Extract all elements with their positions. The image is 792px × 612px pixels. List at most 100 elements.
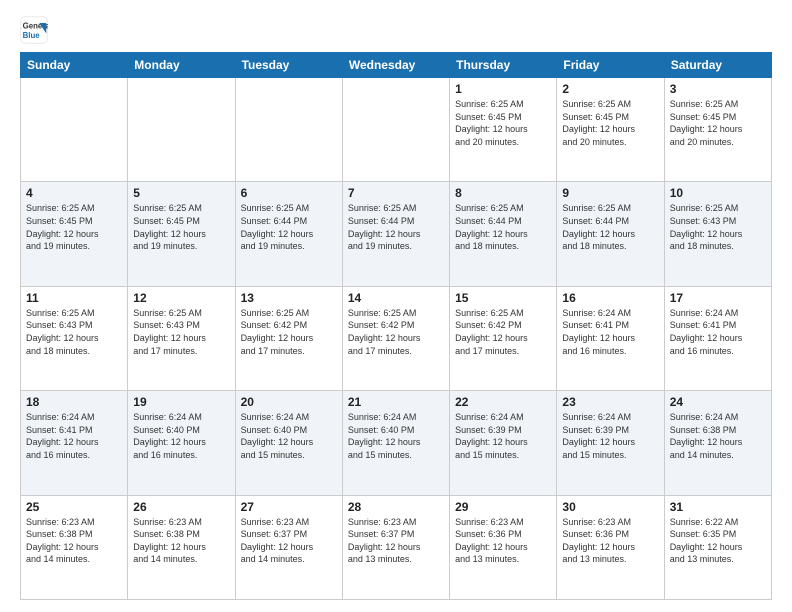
day-number: 31: [670, 500, 766, 514]
day-info: Sunrise: 6:23 AM Sunset: 6:37 PM Dayligh…: [241, 516, 337, 566]
weekday-header-sunday: Sunday: [21, 53, 128, 78]
day-number: 16: [562, 291, 658, 305]
page: General Blue SundayMondayTuesdayWednesda…: [0, 0, 792, 612]
day-info: Sunrise: 6:25 AM Sunset: 6:43 PM Dayligh…: [26, 307, 122, 357]
calendar-cell: 14 Sunrise: 6:25 AM Sunset: 6:42 PM Dayli…: [342, 286, 449, 390]
day-number: 29: [455, 500, 551, 514]
day-number: 4: [26, 186, 122, 200]
calendar-cell: 1 Sunrise: 6:25 AM Sunset: 6:45 PM Daylig…: [450, 78, 557, 182]
calendar-cell: 22Sunrise: 6:24 AM Sunset: 6:39 PM Dayli…: [450, 391, 557, 495]
day-number: 17: [670, 291, 766, 305]
day-number: 5: [133, 186, 229, 200]
week-row-3: 18 Sunrise: 6:24 AM Sunset: 6:41 PM Dayli…: [21, 391, 772, 495]
calendar-cell: 13 Sunrise: 6:25 AM Sunset: 6:42 PM Dayli…: [235, 286, 342, 390]
calendar-cell: 23 Sunrise: 6:24 AM Sunset: 6:39 PM Dayli…: [557, 391, 664, 495]
weekday-header-thursday: Thursday: [450, 53, 557, 78]
logo: General Blue: [20, 16, 48, 44]
calendar-cell: [21, 78, 128, 182]
day-number: 26: [133, 500, 229, 514]
day-info: Sunrise: 6:23 AM Sunset: 6:37 PM Dayligh…: [348, 516, 444, 566]
day-number: 9: [562, 186, 658, 200]
calendar-cell: 7 Sunrise: 6:25 AM Sunset: 6:44 PM Daylig…: [342, 182, 449, 286]
day-info: Sunrise: 6:24 AM Sunset: 6:41 PM Dayligh…: [670, 307, 766, 357]
header: General Blue: [20, 16, 772, 44]
day-number: 15: [455, 291, 551, 305]
calendar-cell: 12Sunrise: 6:25 AM Sunset: 6:43 PM Dayli…: [128, 286, 235, 390]
day-number: 23: [562, 395, 658, 409]
day-info: Sunrise: 6:25 AM Sunset: 6:42 PM Dayligh…: [348, 307, 444, 357]
day-number: 3: [670, 82, 766, 96]
day-info: Sunrise: 6:25 AM Sunset: 6:43 PM Dayligh…: [670, 202, 766, 252]
day-info: Sunrise: 6:23 AM Sunset: 6:36 PM Dayligh…: [455, 516, 551, 566]
day-number: 21: [348, 395, 444, 409]
day-number: 18: [26, 395, 122, 409]
day-info: Sunrise: 6:24 AM Sunset: 6:39 PM Dayligh…: [455, 411, 551, 461]
day-number: 12: [133, 291, 229, 305]
day-info: Sunrise: 6:23 AM Sunset: 6:36 PM Dayligh…: [562, 516, 658, 566]
calendar-cell: 4 Sunrise: 6:25 AM Sunset: 6:45 PM Daylig…: [21, 182, 128, 286]
day-info: Sunrise: 6:24 AM Sunset: 6:41 PM Dayligh…: [562, 307, 658, 357]
day-number: 27: [241, 500, 337, 514]
calendar-cell: 18 Sunrise: 6:24 AM Sunset: 6:41 PM Dayli…: [21, 391, 128, 495]
week-row-1: 4 Sunrise: 6:25 AM Sunset: 6:45 PM Daylig…: [21, 182, 772, 286]
day-info: Sunrise: 6:24 AM Sunset: 6:39 PM Dayligh…: [562, 411, 658, 461]
day-info: Sunrise: 6:25 AM Sunset: 6:44 PM Dayligh…: [562, 202, 658, 252]
day-info: Sunrise: 6:25 AM Sunset: 6:45 PM Dayligh…: [670, 98, 766, 148]
day-number: 2: [562, 82, 658, 96]
weekday-header-tuesday: Tuesday: [235, 53, 342, 78]
calendar-cell: 26 Sunrise: 6:23 AM Sunset: 6:38 PM Dayli…: [128, 495, 235, 599]
calendar-cell: 28 Sunrise: 6:23 AM Sunset: 6:37 PM Dayli…: [342, 495, 449, 599]
calendar-cell: 5 Sunrise: 6:25 AM Sunset: 6:45 PM Daylig…: [128, 182, 235, 286]
day-info: Sunrise: 6:25 AM Sunset: 6:42 PM Dayligh…: [241, 307, 337, 357]
calendar-cell: [128, 78, 235, 182]
day-number: 8: [455, 186, 551, 200]
calendar-cell: 20 Sunrise: 6:24 AM Sunset: 6:40 PM Dayli…: [235, 391, 342, 495]
calendar-cell: [235, 78, 342, 182]
weekday-header-row: SundayMondayTuesdayWednesdayThursdayFrid…: [21, 53, 772, 78]
day-number: 25: [26, 500, 122, 514]
day-info: Sunrise: 6:24 AM Sunset: 6:41 PM Dayligh…: [26, 411, 122, 461]
day-info: Sunrise: 6:25 AM Sunset: 6:45 PM Dayligh…: [455, 98, 551, 148]
day-info: Sunrise: 6:23 AM Sunset: 6:38 PM Dayligh…: [133, 516, 229, 566]
day-info: Sunrise: 6:25 AM Sunset: 6:44 PM Dayligh…: [241, 202, 337, 252]
calendar-cell: 15 Sunrise: 6:25 AM Sunset: 6:42 PM Dayli…: [450, 286, 557, 390]
day-info: Sunrise: 6:25 AM Sunset: 6:42 PM Dayligh…: [455, 307, 551, 357]
weekday-header-wednesday: Wednesday: [342, 53, 449, 78]
day-number: 14: [348, 291, 444, 305]
day-info: Sunrise: 6:25 AM Sunset: 6:45 PM Dayligh…: [562, 98, 658, 148]
calendar-cell: 16 Sunrise: 6:24 AM Sunset: 6:41 PM Dayli…: [557, 286, 664, 390]
week-row-2: 11 Sunrise: 6:25 AM Sunset: 6:43 PM Dayli…: [21, 286, 772, 390]
calendar-cell: 19Sunrise: 6:24 AM Sunset: 6:40 PM Dayli…: [128, 391, 235, 495]
day-number: 1: [455, 82, 551, 96]
calendar-cell: 2 Sunrise: 6:25 AM Sunset: 6:45 PM Daylig…: [557, 78, 664, 182]
day-info: Sunrise: 6:25 AM Sunset: 6:44 PM Dayligh…: [348, 202, 444, 252]
week-row-0: 1 Sunrise: 6:25 AM Sunset: 6:45 PM Daylig…: [21, 78, 772, 182]
calendar-cell: 11 Sunrise: 6:25 AM Sunset: 6:43 PM Dayli…: [21, 286, 128, 390]
day-number: 7: [348, 186, 444, 200]
day-info: Sunrise: 6:24 AM Sunset: 6:40 PM Dayligh…: [241, 411, 337, 461]
day-number: 28: [348, 500, 444, 514]
day-info: Sunrise: 6:24 AM Sunset: 6:40 PM Dayligh…: [133, 411, 229, 461]
day-info: Sunrise: 6:25 AM Sunset: 6:45 PM Dayligh…: [26, 202, 122, 252]
calendar-cell: 9 Sunrise: 6:25 AM Sunset: 6:44 PM Daylig…: [557, 182, 664, 286]
calendar-cell: 30Sunrise: 6:23 AM Sunset: 6:36 PM Dayli…: [557, 495, 664, 599]
calendar-cell: 8 Sunrise: 6:25 AM Sunset: 6:44 PM Daylig…: [450, 182, 557, 286]
calendar-cell: 27 Sunrise: 6:23 AM Sunset: 6:37 PM Dayli…: [235, 495, 342, 599]
calendar-cell: 24 Sunrise: 6:24 AM Sunset: 6:38 PM Dayli…: [664, 391, 771, 495]
day-info: Sunrise: 6:24 AM Sunset: 6:38 PM Dayligh…: [670, 411, 766, 461]
calendar-cell: 10Sunrise: 6:25 AM Sunset: 6:43 PM Dayli…: [664, 182, 771, 286]
day-number: 24: [670, 395, 766, 409]
day-number: 13: [241, 291, 337, 305]
day-info: Sunrise: 6:25 AM Sunset: 6:44 PM Dayligh…: [455, 202, 551, 252]
day-info: Sunrise: 6:23 AM Sunset: 6:38 PM Dayligh…: [26, 516, 122, 566]
day-number: 6: [241, 186, 337, 200]
day-info: Sunrise: 6:25 AM Sunset: 6:45 PM Dayligh…: [133, 202, 229, 252]
calendar-cell: 6 Sunrise: 6:25 AM Sunset: 6:44 PM Daylig…: [235, 182, 342, 286]
svg-text:Blue: Blue: [23, 31, 41, 40]
day-info: Sunrise: 6:22 AM Sunset: 6:35 PM Dayligh…: [670, 516, 766, 566]
calendar-cell: 31 Sunrise: 6:22 AM Sunset: 6:35 PM Dayli…: [664, 495, 771, 599]
day-number: 11: [26, 291, 122, 305]
calendar-cell: 29 Sunrise: 6:23 AM Sunset: 6:36 PM Dayli…: [450, 495, 557, 599]
day-number: 20: [241, 395, 337, 409]
calendar-cell: 21Sunrise: 6:24 AM Sunset: 6:40 PM Dayli…: [342, 391, 449, 495]
